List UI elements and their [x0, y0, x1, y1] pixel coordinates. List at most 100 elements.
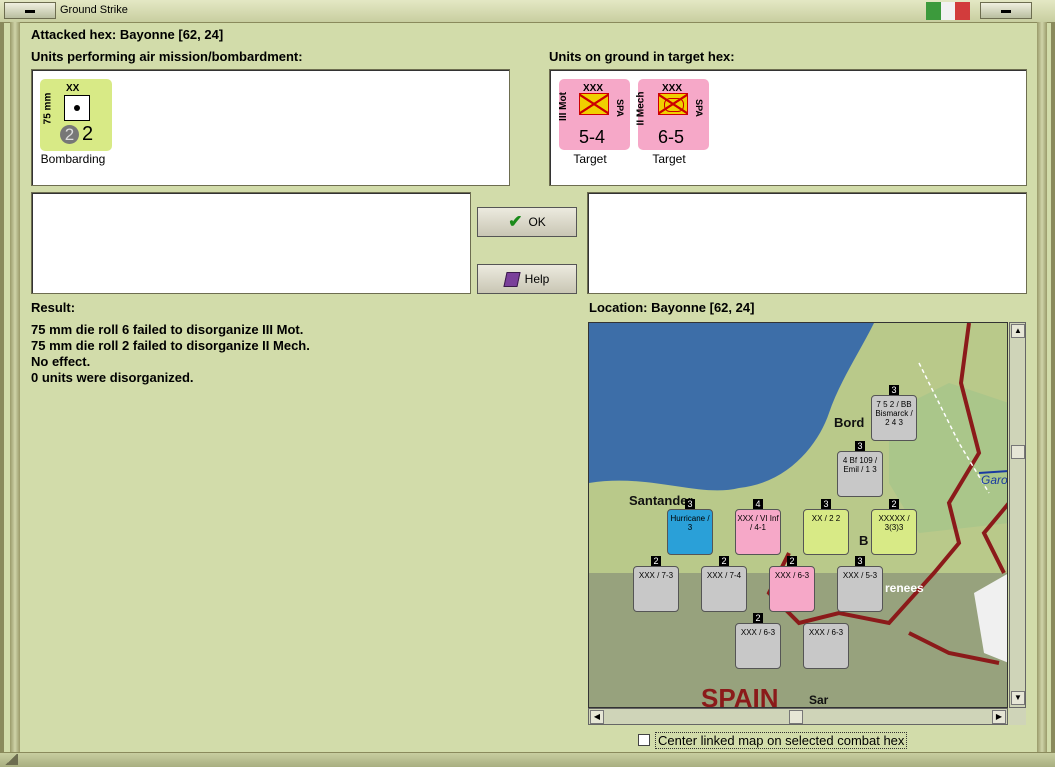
- map-unit-text: XXXXX / 3(3)3: [878, 514, 910, 532]
- map-terrain: [589, 323, 1007, 707]
- scroll-corner: [1009, 708, 1026, 725]
- unit-size-label: XX: [66, 83, 80, 94]
- stack-count-badge: 3: [889, 385, 899, 395]
- result-line: No effect.: [31, 354, 91, 369]
- map-unit[interactable]: 3 XX / 2 2: [803, 499, 849, 555]
- stack-count-badge: 2: [651, 556, 661, 566]
- map-unit-text: XXX / 7-4: [706, 571, 742, 580]
- result-line: 75 mm die roll 6 failed to disorganize I…: [31, 322, 304, 337]
- ground-units-box: XXX III Mot SPA 5-4 Target XXX II Mech S…: [549, 69, 1027, 186]
- map-unit[interactable]: 2 XXX / 6-3: [735, 613, 781, 669]
- air-details-box: [31, 192, 471, 294]
- stack-count-badge: 3: [685, 499, 695, 509]
- help-button-label: Help: [524, 272, 550, 286]
- stack-count-badge: 2: [753, 613, 763, 623]
- motorized-symbol-icon: [579, 93, 609, 115]
- map-unit-text: 7 5 2 / BB Bismarck / 2 4 3: [875, 400, 913, 427]
- map-label-pyrenees: renees: [885, 581, 924, 595]
- book-icon: [503, 271, 521, 287]
- ground-details-box: [587, 192, 1027, 294]
- map-unit-text: XXX / 5-3: [842, 571, 878, 580]
- stack-count-badge: 3: [855, 441, 865, 451]
- map-unit[interactable]: 3 7 5 2 / BB Bismarck / 2 4 3: [871, 385, 917, 441]
- scroll-right-arrow-icon[interactable]: ▶: [992, 710, 1006, 724]
- title-bar: ▬ Ground Strike ▬: [0, 0, 1055, 23]
- artillery-symbol-icon: [64, 95, 90, 121]
- map-label-garonne: Garo: [981, 473, 1008, 487]
- stack-count-badge: 2: [787, 556, 797, 566]
- map-unit-text: XXX / 6-3: [740, 628, 776, 637]
- ground-unit-caption: Target: [652, 152, 686, 166]
- result-line: 75 mm die roll 2 failed to disorganize I…: [31, 338, 310, 353]
- horizontal-scroll-thumb[interactable]: [789, 710, 803, 724]
- ground-unit-counter[interactable]: XXX II Mech SPA 6-5: [635, 79, 709, 150]
- unit-nation-label: SPA: [693, 99, 704, 117]
- center-map-checkbox-label[interactable]: Center linked map on selected combat hex: [655, 732, 908, 749]
- map-unit[interactable]: 4 XXX / VI Inf / 4-1: [735, 499, 781, 555]
- left-rail: [10, 22, 20, 752]
- map-unit-text: 4 Bf 109 / Emil / 1 3: [842, 456, 878, 474]
- air-units-box: XX 75 mm 2 2 Bombarding: [31, 69, 510, 186]
- map-unit[interactable]: 2 XXX / 7-3: [633, 556, 679, 612]
- right-rail: [1037, 22, 1047, 752]
- mechanized-symbol-icon: [658, 93, 688, 115]
- center-map-checkbox[interactable]: [638, 734, 650, 746]
- unit-combat-value: 5-4: [579, 127, 606, 147]
- map-unit[interactable]: 3 Hurricane / 3: [667, 499, 713, 555]
- close-button[interactable]: ▬: [980, 2, 1032, 19]
- stack-count-badge: 3: [855, 556, 865, 566]
- ok-button[interactable]: ✔ OK: [477, 207, 577, 237]
- ground-unit-caption: Target: [573, 152, 607, 166]
- stack-count-badge: 2: [719, 556, 729, 566]
- unit-combat-value: 6-5: [658, 127, 685, 147]
- map-label-santander: Santander: [629, 493, 693, 508]
- ground-units-label: Units on ground in target hex:: [549, 49, 735, 64]
- ok-button-label: OK: [528, 215, 546, 229]
- map-unit-text: XXX / 6-3: [808, 628, 844, 637]
- resize-grip-icon[interactable]: [4, 754, 18, 765]
- map-label-bordeaux: Bord: [834, 415, 865, 430]
- unit-nation-label: SPA: [614, 99, 625, 117]
- unit-name-label: II Mech: [635, 91, 647, 126]
- result-line: 0 units were disorganized.: [31, 370, 194, 385]
- map-label-sar: Sar: [809, 693, 829, 707]
- stack-count-badge: 4: [753, 499, 763, 509]
- attacked-hex-label: Attacked hex: Bayonne [62, 24]: [31, 27, 224, 42]
- unit-name-label: III Mot: [557, 92, 569, 121]
- value-circle: 2: [60, 125, 79, 144]
- ground-unit-counter[interactable]: XXX III Mot SPA 5-4: [557, 79, 630, 150]
- map-unit[interactable]: 3 XXX / 5-3: [837, 556, 883, 612]
- air-unit-caption: Bombarding: [40, 152, 106, 166]
- map-unit-text: XX / 2 2: [811, 514, 841, 523]
- map-unit[interactable]: 2 XXXXX / 3(3)3: [871, 499, 917, 555]
- map-unit[interactable]: XXX / 6-3: [803, 623, 849, 669]
- checkmark-icon: ✔: [508, 212, 523, 231]
- scroll-left-arrow-icon[interactable]: ◀: [590, 710, 604, 724]
- map-unit-text: XXX / 7-3: [638, 571, 674, 580]
- air-unit-counter[interactable]: XX 75 mm 2 2: [40, 79, 112, 151]
- vertical-scroll-thumb[interactable]: [1011, 445, 1025, 459]
- help-button[interactable]: Help: [477, 264, 577, 294]
- scroll-down-arrow-icon[interactable]: ▼: [1011, 691, 1025, 705]
- map-unit[interactable]: 3 4 Bf 109 / Emil / 1 3: [837, 441, 883, 497]
- unit-value: 2: [82, 123, 94, 145]
- system-menu-button[interactable]: ▬: [4, 2, 56, 19]
- unit-side-label: 75 mm: [42, 92, 54, 125]
- scroll-up-arrow-icon[interactable]: ▲: [1011, 324, 1025, 338]
- map-unit-text: XXX / VI Inf / 4-1: [737, 514, 779, 532]
- result-label: Result:: [31, 300, 76, 315]
- map-vertical-scrollbar[interactable]: ▲ ▼: [1009, 322, 1026, 708]
- stack-count-badge: 2: [889, 499, 899, 509]
- map-unit[interactable]: 2 XXX / 6-3: [769, 556, 815, 612]
- bottom-bar: [0, 752, 1055, 767]
- air-units-label: Units performing air mission/bombardment…: [31, 49, 303, 64]
- location-label: Location: Bayonne [62, 24]: [589, 300, 755, 315]
- map-label-spain: SPAIN: [701, 683, 779, 708]
- map-unit-text: Hurricane / 3: [670, 514, 710, 532]
- linked-map[interactable]: Bord Santander renees SPAIN Garo Sar B 3…: [588, 322, 1008, 708]
- map-unit[interactable]: 2 XXX / 7-4: [701, 556, 747, 612]
- stack-count-badge: 3: [821, 499, 831, 509]
- flag-icon: [926, 2, 971, 20]
- map-label-b: B: [859, 533, 869, 548]
- map-horizontal-scrollbar[interactable]: ◀ ▶: [588, 708, 1008, 725]
